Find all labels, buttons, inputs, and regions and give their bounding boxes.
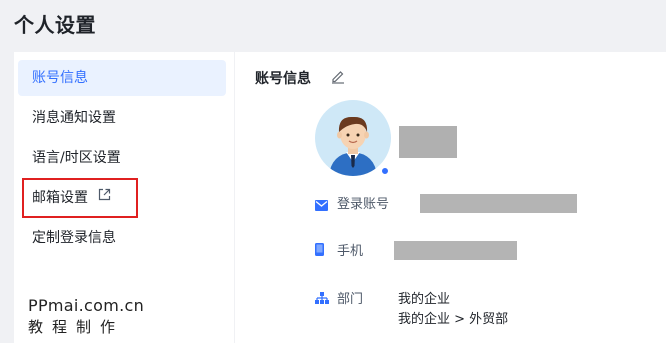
sidebar-item-account-info[interactable]: 账号信息	[18, 60, 226, 96]
avatar	[315, 100, 391, 176]
sidebar-item-label: 语言/时区设置	[32, 150, 121, 166]
sidebar-item-label: 邮箱设置	[32, 190, 88, 206]
login-account-label: 登录账号	[337, 197, 390, 212]
org-icon	[315, 289, 329, 308]
watermark-subtitle: 教程制作	[28, 318, 125, 336]
sidebar-item-notifications[interactable]: 消息通知设置	[18, 100, 226, 136]
page-title: 个人设置	[14, 13, 96, 37]
sidebar-item-label: 账号信息	[32, 70, 88, 86]
sidebar-item-label: 定制登录信息	[32, 230, 116, 246]
sidebar-item-custom-login[interactable]: 定制登录信息	[18, 220, 226, 256]
edit-icon[interactable]	[330, 68, 346, 88]
sidebar: 账号信息 消息通知设置 语言/时区设置 邮箱设置 定制登录信息 PPmai.co…	[14, 52, 234, 343]
external-link-icon	[98, 179, 111, 215]
sidebar-item-mailbox-settings[interactable]: 邮箱设置	[22, 178, 138, 218]
login-account-value-redacted	[420, 194, 577, 213]
phone-icon	[315, 241, 324, 260]
account-panel: 账号信息 登录账号 手机 部门 我的企业 我的企业 > 外贸部	[235, 52, 666, 343]
sidebar-item-language-timezone[interactable]: 语言/时区设置	[18, 140, 226, 176]
online-status-dot	[381, 167, 389, 175]
department-path: 我的企业 > 外贸部	[398, 312, 509, 327]
department-value: 我的企业	[398, 292, 451, 307]
phone-label: 手机	[337, 244, 364, 259]
user-name-redacted	[399, 126, 457, 158]
section-title: 账号信息	[255, 71, 311, 87]
department-label: 部门	[337, 292, 364, 307]
watermark-url: PPmai.com.cn	[28, 296, 145, 315]
phone-value-redacted	[394, 241, 517, 260]
mail-icon	[315, 196, 328, 215]
sidebar-item-label: 消息通知设置	[32, 110, 116, 126]
